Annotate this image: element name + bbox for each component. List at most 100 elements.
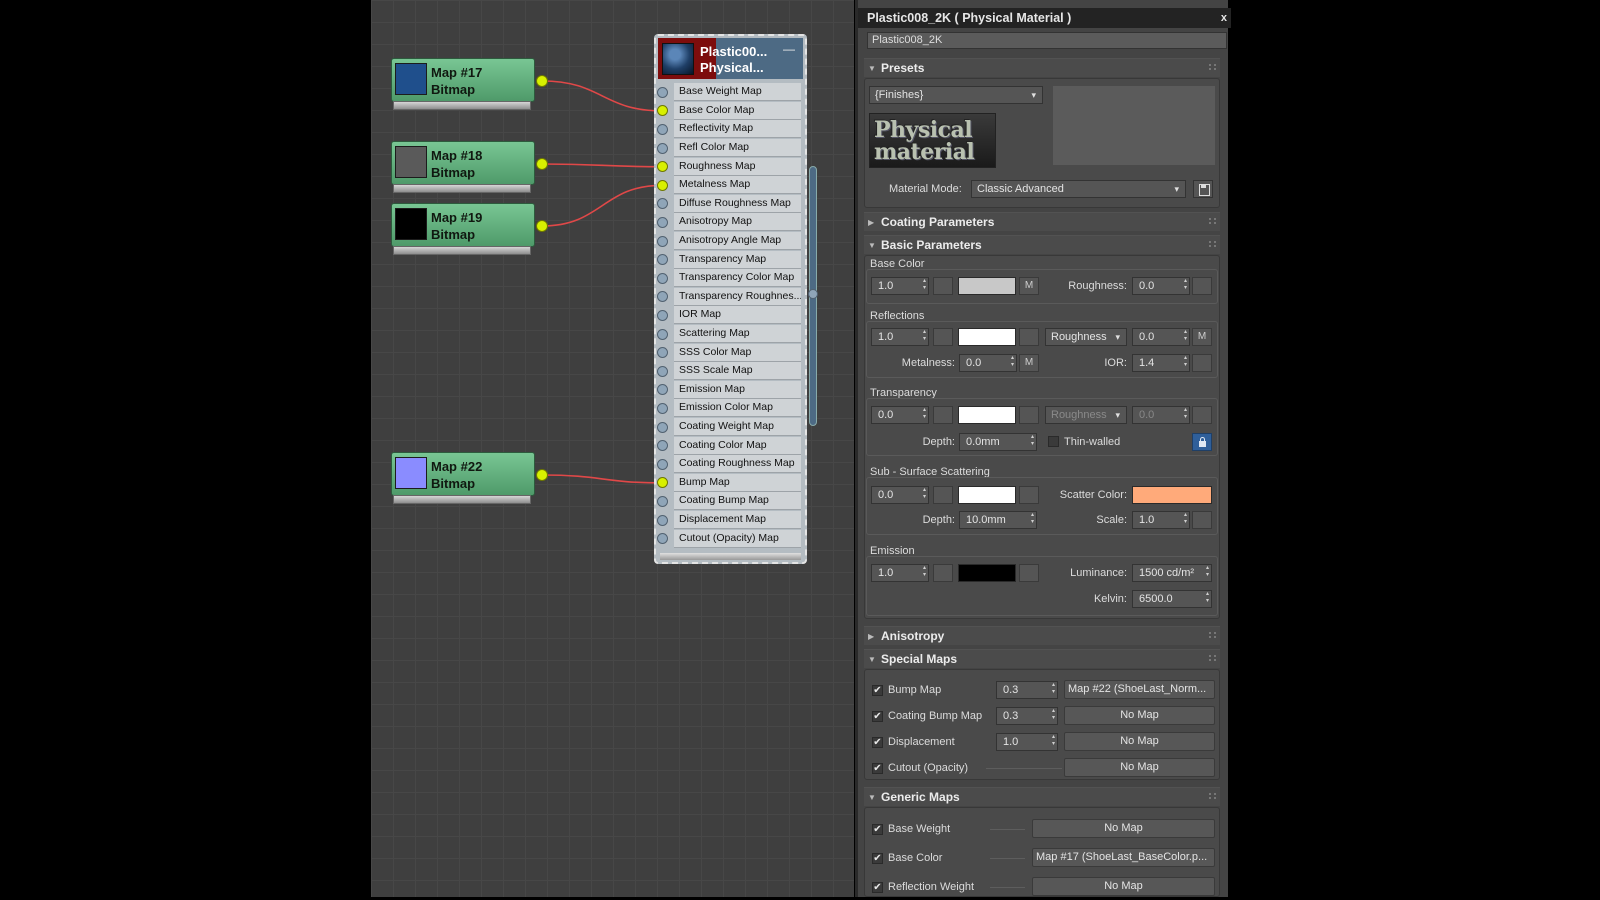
material-slot[interactable]: Displacement Map: [656, 511, 805, 530]
material-slot[interactable]: Metalness Map: [656, 176, 805, 195]
grip-icon[interactable]: [1209, 655, 1216, 661]
material-slot[interactable]: Emission Color Map: [656, 399, 805, 418]
minimize-icon[interactable]: —: [783, 42, 795, 56]
special-map-slot-button[interactable]: No Map: [1064, 706, 1215, 725]
map-enable-checkbox[interactable]: ✔: [872, 737, 883, 748]
material-mode-dropdown[interactable]: Classic Advanced: [971, 180, 1186, 198]
generic-map-slot-button[interactable]: No Map: [1032, 877, 1215, 896]
node-editor-canvas[interactable]: Map #17 Bitmap Map #18 Bitmap Map #19 Bi…: [371, 0, 854, 897]
generic-map-slot-button[interactable]: Map #17 (ShoeLast_BaseColor.p...: [1032, 848, 1215, 867]
input-socket[interactable]: [657, 421, 668, 433]
map-enable-checkbox[interactable]: ✔: [872, 853, 883, 864]
material-slot[interactable]: Coating Roughness Map: [656, 455, 805, 474]
sss-scale-map-button[interactable]: [1192, 511, 1212, 529]
rollout-special-maps-header[interactable]: ▼ Special Maps: [864, 649, 1220, 668]
special-map-slot-button[interactable]: Map #22 (ShoeLast_Norm...: [1064, 680, 1215, 699]
kelvin-spinner[interactable]: 6500.0: [1132, 590, 1212, 608]
material-node-header[interactable]: Plastic00... Physical... —: [658, 38, 803, 79]
generic-map-slot-button[interactable]: No Map: [1032, 819, 1215, 838]
map-node-18[interactable]: Map #18 Bitmap: [391, 141, 548, 195]
input-socket[interactable]: [657, 254, 668, 266]
material-slot[interactable]: Transparency Map: [656, 250, 805, 269]
input-socket[interactable]: [657, 384, 668, 396]
transparency-roughness-map-button[interactable]: [1192, 406, 1212, 424]
special-map-amount-spinner[interactable]: 0.3: [996, 707, 1058, 725]
transparency-mode-dropdown[interactable]: Roughness: [1045, 406, 1127, 424]
material-slot[interactable]: IOR Map: [656, 306, 805, 325]
material-slot[interactable]: Anisotropy Angle Map: [656, 232, 805, 251]
sss-color-swatch[interactable]: [958, 486, 1016, 504]
input-socket[interactable]: [657, 533, 668, 545]
input-socket[interactable]: [657, 495, 668, 507]
grip-icon[interactable]: [1209, 64, 1216, 70]
map-node-22[interactable]: Map #22 Bitmap: [391, 452, 548, 506]
ior-map-button[interactable]: [1192, 354, 1212, 372]
material-slot[interactable]: Cutout (Opacity) Map: [656, 529, 805, 548]
reflection-roughness-spinner[interactable]: 0.0: [1132, 328, 1190, 346]
transparency-color-swatch[interactable]: [958, 406, 1016, 424]
reflection-weight-spinner[interactable]: 1.0: [871, 328, 929, 346]
emission-color-swatch[interactable]: [958, 564, 1016, 582]
metalness-map-button[interactable]: M: [1019, 354, 1039, 372]
connection-wire[interactable]: [541, 184, 663, 227]
thin-walled-checkbox[interactable]: [1048, 436, 1059, 447]
input-socket[interactable]: [657, 328, 668, 340]
material-slot[interactable]: Coating Color Map: [656, 436, 805, 455]
grip-icon[interactable]: [1209, 793, 1216, 799]
output-socket[interactable]: [536, 469, 548, 481]
special-map-slot-button[interactable]: No Map: [1064, 732, 1215, 751]
transparency-color-map-button[interactable]: [1019, 406, 1039, 424]
transparency-weight-spinner[interactable]: 0.0: [871, 406, 929, 424]
material-slot[interactable]: Transparency Color Map: [656, 269, 805, 288]
input-socket[interactable]: [657, 514, 668, 526]
input-socket[interactable]: [657, 86, 668, 98]
connection-wire[interactable]: [541, 474, 663, 484]
input-socket[interactable]: [657, 365, 668, 377]
connection-wire[interactable]: [541, 80, 663, 112]
input-socket[interactable]: [657, 216, 668, 228]
base-color-map-button[interactable]: M: [1019, 277, 1039, 295]
material-slot[interactable]: Coating Bump Map: [656, 492, 805, 511]
sss-weight-map-button[interactable]: [933, 486, 953, 504]
emission-weight-map-button[interactable]: [933, 564, 953, 582]
map-node-17[interactable]: Map #17 Bitmap: [391, 58, 548, 112]
material-slot[interactable]: Bump Map: [656, 473, 805, 493]
lock-icon[interactable]: [1192, 433, 1212, 451]
special-map-slot-button[interactable]: No Map: [1064, 758, 1215, 777]
map-enable-checkbox[interactable]: ✔: [872, 824, 883, 835]
scatter-color-swatch[interactable]: [1132, 486, 1212, 504]
input-socket[interactable]: [657, 198, 668, 210]
connection-wire[interactable]: [541, 163, 663, 168]
rollout-basic-header[interactable]: ▼ Basic Parameters: [864, 235, 1220, 254]
transparency-roughness-spinner[interactable]: 0.0: [1132, 406, 1190, 424]
grip-icon[interactable]: [1209, 632, 1216, 638]
reflection-mode-dropdown[interactable]: Roughness: [1045, 328, 1127, 346]
input-socket[interactable]: [657, 458, 668, 470]
input-socket[interactable]: [657, 179, 668, 191]
material-slot[interactable]: Anisotropy Map: [656, 213, 805, 232]
material-slot[interactable]: Transparency Roughnes...: [656, 287, 805, 307]
reflection-color-swatch[interactable]: [958, 328, 1016, 346]
rollout-anisotropy-header[interactable]: ▶ Anisotropy: [864, 626, 1220, 645]
input-socket[interactable]: [657, 477, 668, 489]
input-socket[interactable]: [657, 105, 668, 117]
grip-icon[interactable]: [1209, 218, 1216, 224]
material-slot[interactable]: Reflectivity Map: [656, 120, 805, 139]
input-socket[interactable]: [657, 347, 668, 359]
material-slot[interactable]: Diffuse Roughness Map: [656, 194, 805, 214]
output-socket[interactable]: [536, 75, 548, 87]
transparency-depth-spinner[interactable]: 0.0mm: [959, 433, 1037, 451]
material-slot[interactable]: Emission Map: [656, 380, 805, 400]
material-slot[interactable]: Refl Color Map: [656, 139, 805, 158]
material-slot[interactable]: Coating Weight Map: [656, 418, 805, 437]
ior-spinner[interactable]: 1.4: [1132, 354, 1190, 372]
material-slot[interactable]: Roughness Map: [656, 157, 805, 176]
map-node-19[interactable]: Map #19 Bitmap: [391, 203, 548, 257]
save-icon[interactable]: [1193, 180, 1213, 198]
map-enable-checkbox[interactable]: ✔: [872, 685, 883, 696]
luminance-spinner[interactable]: 1500 cd/m²: [1132, 564, 1212, 582]
output-socket[interactable]: [536, 158, 548, 170]
rollout-generic-maps-header[interactable]: ▼ Generic Maps: [864, 787, 1220, 806]
reflection-roughness-map-button[interactable]: M: [1192, 328, 1212, 346]
input-socket[interactable]: [657, 291, 668, 303]
